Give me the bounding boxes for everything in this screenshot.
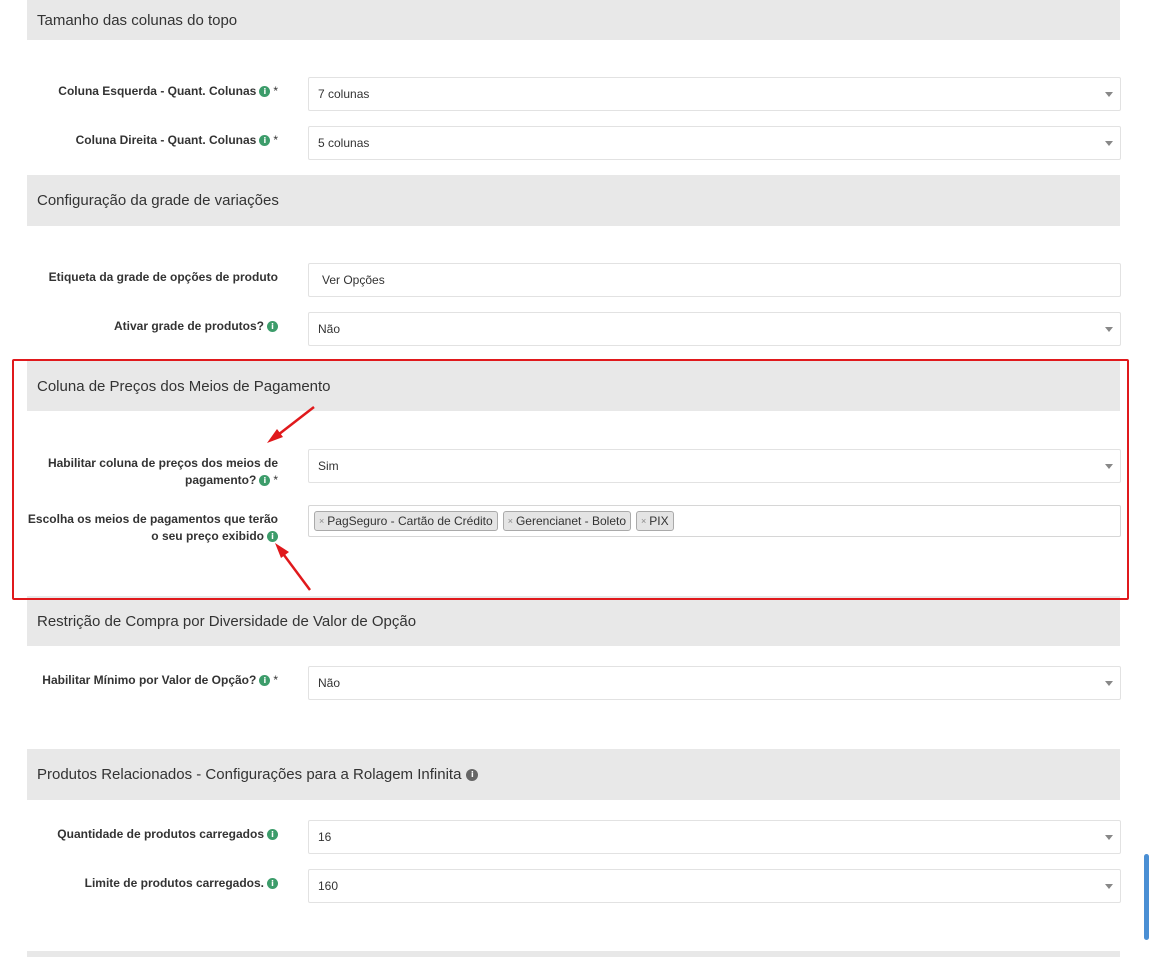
field-row-grid-label: Etiqueta da grade de opções de produto V… — [0, 263, 1149, 297]
info-icon[interactable]: i — [259, 135, 271, 147]
field-row-enable-grid: Ativar grade de produtos? i Não — [0, 312, 1149, 346]
chevron-down-icon — [1105, 681, 1113, 686]
info-icon[interactable]: i — [267, 829, 278, 841]
field-label: Ativar grade de produtos? i — [18, 318, 278, 335]
products-limit-select[interactable]: 160 — [308, 869, 1121, 903]
chevron-down-icon — [1105, 884, 1113, 889]
field-row-products-limit: Limite de produtos carregados. i 160 — [0, 869, 1149, 903]
field-row-right-column: Coluna Direita - Quant. Colunas i * 5 colu… — [0, 126, 1149, 160]
select-value: 7 colunas — [318, 87, 370, 101]
info-icon[interactable]: i — [259, 475, 271, 487]
field-label: Escolha os meios de pagamentos que terão… — [27, 512, 278, 543]
selected-tag: × PIX — [636, 511, 674, 531]
required-mark: * — [273, 133, 278, 147]
field-row-min-option-value: Habilitar Mínimo por Valor de Opção? i * N… — [0, 666, 1149, 700]
scrollbar-thumb[interactable] — [1144, 854, 1149, 940]
info-icon[interactable]: i — [267, 531, 278, 543]
field-label: Limite de produtos carregados. i — [18, 875, 278, 892]
section-header-next — [27, 951, 1120, 957]
payment-methods-multiselect[interactable]: × PagSeguro - Cartão de Crédito × Gerencia… — [308, 505, 1121, 537]
chevron-down-icon — [1105, 464, 1113, 469]
enable-grid-select[interactable]: Não — [308, 312, 1121, 346]
chevron-down-icon — [1105, 327, 1113, 332]
section-title: Produtos Relacionados - Configurações pa… — [37, 766, 462, 783]
section-title: Configuração da grade de variações — [37, 192, 279, 209]
required-mark: * — [273, 84, 278, 98]
chevron-down-icon — [1105, 92, 1113, 97]
info-icon[interactable]: i — [259, 86, 271, 98]
input-value: Ver Opções — [322, 273, 385, 287]
chevron-down-icon — [1105, 141, 1113, 146]
section-header-related-products: Produtos Relacionados - Configurações pa… — [27, 749, 1120, 800]
section-header-payment-prices: Coluna de Preços dos Meios de Pagamento — [27, 361, 1120, 411]
section-title: Restrição de Compra por Diversidade de V… — [37, 612, 417, 630]
section-title: Tamanho das colunas do topo — [37, 11, 238, 29]
section-header-purchase-restriction: Restrição de Compra por Diversidade de V… — [27, 596, 1120, 646]
info-icon[interactable]: i — [259, 675, 271, 687]
select-value: Não — [318, 676, 341, 690]
arrow-to-payment-info — [275, 543, 312, 591]
chevron-down-icon — [1105, 835, 1113, 840]
field-row-enable-payment-column: Habilitar coluna de preços dos meios de p… — [0, 449, 1149, 487]
field-label: Coluna Direita - Quant. Colunas i * — [75, 133, 278, 147]
field-label: Habilitar coluna de preços dos meios de p… — [47, 456, 278, 487]
section-title: Coluna de Preços dos Meios de Pagamento — [37, 377, 331, 395]
grid-label-input[interactable]: Ver Opções — [308, 263, 1121, 297]
field-label: Quantidade de produtos carregados i — [18, 826, 278, 843]
remove-tag-icon[interactable]: × — [508, 516, 513, 526]
select-value: Sim — [318, 459, 339, 473]
select-value: 160 — [318, 879, 339, 893]
field-label: Etiqueta da grade de opções de produto — [48, 270, 278, 284]
info-icon[interactable]: i — [466, 768, 479, 781]
select-value: Não — [318, 322, 341, 336]
select-value: 5 colunas — [318, 136, 370, 150]
remove-tag-icon[interactable]: × — [319, 516, 324, 526]
section-header-top-columns: Tamanho das colunas do topo — [27, 0, 1120, 40]
products-loaded-select[interactable]: 16 — [308, 820, 1121, 854]
field-label: Coluna Esquerda - Quant. Colunas i * — [58, 84, 278, 98]
left-column-select[interactable]: 7 colunas — [308, 77, 1121, 111]
remove-tag-icon[interactable]: × — [641, 516, 646, 526]
select-value: 16 — [318, 830, 332, 844]
required-mark: * — [273, 673, 278, 687]
info-icon[interactable]: i — [267, 878, 278, 890]
field-row-payment-methods: Escolha os meios de pagamentos que terão… — [0, 505, 1149, 545]
selected-tag: × Gerencianet - Boleto — [502, 511, 632, 531]
right-column-select[interactable]: 5 colunas — [308, 126, 1121, 160]
selected-tag: × PagSeguro - Cartão de Crédito — [314, 511, 498, 531]
info-icon[interactable]: i — [267, 321, 278, 333]
min-option-value-select[interactable]: Não — [308, 666, 1121, 700]
field-row-products-loaded: Quantidade de produtos carregados i 16 — [0, 820, 1149, 854]
arrow-to-enable-payment — [267, 406, 315, 443]
field-row-left-column: Coluna Esquerda - Quant. Colunas i * 7 col… — [0, 77, 1149, 111]
enable-payment-column-select[interactable]: Sim — [308, 449, 1121, 483]
field-label: Habilitar Mínimo por Valor de Opção? i * — [42, 673, 278, 687]
required-mark: * — [273, 473, 278, 487]
section-header-variation-grid: Configuração da grade de variações — [27, 175, 1120, 226]
